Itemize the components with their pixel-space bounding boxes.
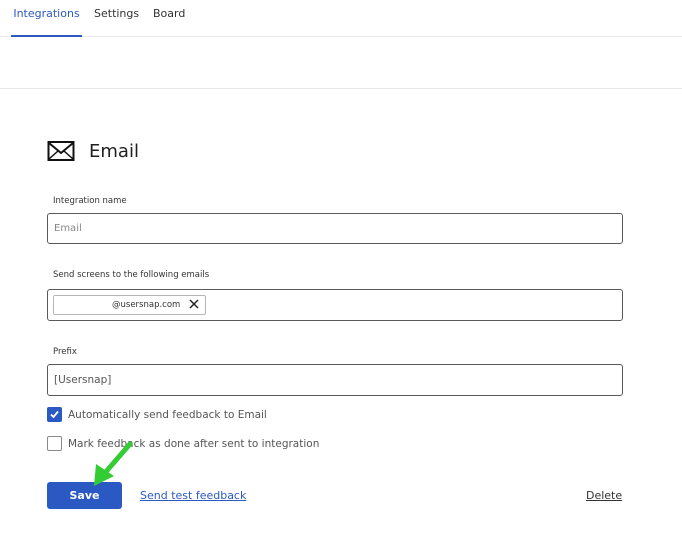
mark-done-checkbox[interactable]	[47, 436, 62, 451]
send-test-feedback-link[interactable]: Send test feedback	[140, 489, 246, 502]
tab-settings[interactable]: Settings	[94, 0, 139, 37]
tab-integrations[interactable]: Integrations	[11, 0, 82, 37]
annotation-arrow-icon	[94, 441, 133, 486]
prefix-label: Prefix	[53, 347, 77, 357]
integration-name-input[interactable]	[47, 213, 623, 244]
divider	[0, 88, 682, 89]
delete-link[interactable]: Delete	[586, 489, 622, 502]
close-icon[interactable]	[189, 299, 199, 311]
tab-board[interactable]: Board	[153, 0, 185, 37]
auto-send-label: Automatically send feedback to Email	[68, 408, 267, 421]
mail-icon	[47, 140, 75, 162]
auto-send-checkbox[interactable]	[47, 407, 62, 422]
integration-name-label: Integration name	[53, 196, 127, 206]
auto-send-checkbox-row[interactable]: Automatically send feedback to Email	[47, 407, 267, 422]
prefix-input[interactable]	[47, 364, 623, 396]
email-tag-text: @usersnap.com	[112, 300, 181, 310]
emails-input[interactable]: @usersnap.com	[47, 289, 623, 321]
emails-label: Send screens to the following emails	[53, 270, 210, 280]
check-icon	[50, 410, 59, 419]
redacted-area	[54, 296, 110, 314]
section-title: Email	[89, 140, 139, 162]
tab-bar: Integrations Settings Board	[0, 0, 682, 37]
email-tag: @usersnap.com	[53, 295, 206, 315]
section-header: Email	[47, 138, 139, 164]
